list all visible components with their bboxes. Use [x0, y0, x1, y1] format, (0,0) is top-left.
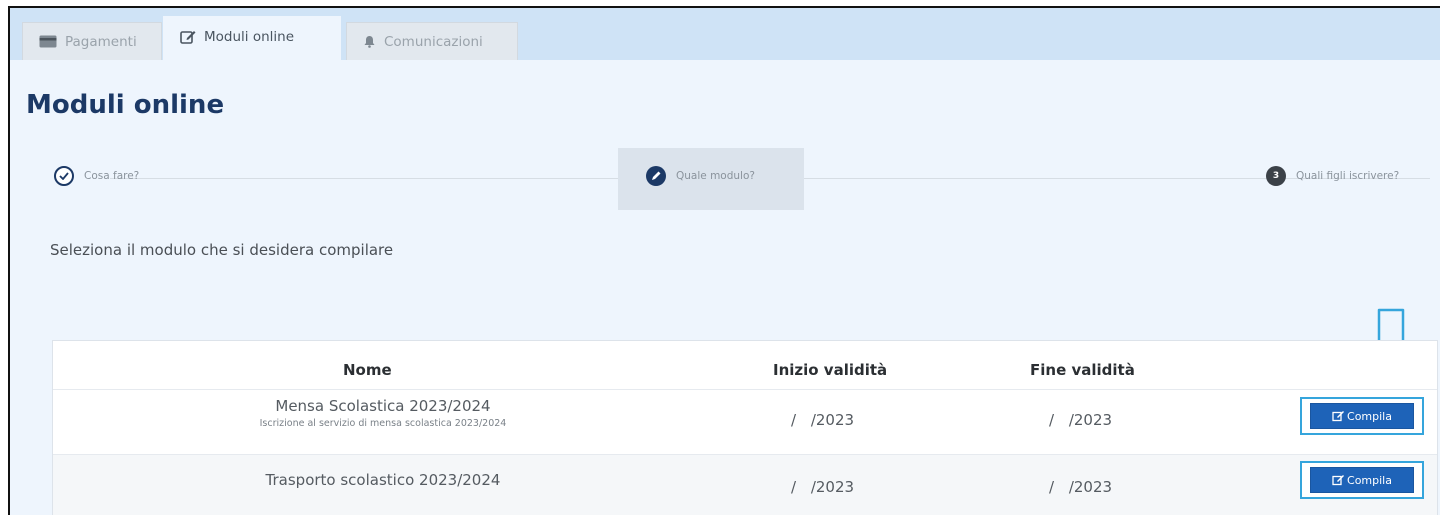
- highlight-box: Compila: [1300, 397, 1424, 435]
- button-label: Compila: [1347, 473, 1392, 487]
- table-row-name: Trasporto scolastico 2023/2024: [153, 471, 613, 489]
- edit-icon: [180, 31, 196, 44]
- tab-pagamenti[interactable]: Pagamenti: [22, 22, 162, 60]
- step-label: Quali figli iscrivere?: [1296, 170, 1400, 182]
- row-divider: [53, 454, 1437, 455]
- step-cosa-fare[interactable]: Cosa fare?: [54, 166, 141, 186]
- compila-button[interactable]: Compila: [1310, 403, 1414, 429]
- highlight-box: Compila: [1300, 461, 1424, 499]
- inizio-validita-value: / /2023: [791, 411, 855, 429]
- modulo-title: Mensa Scolastica 2023/2024: [275, 397, 491, 415]
- fine-validita-value: / /2023: [1049, 411, 1113, 429]
- step-quali-figli[interactable]: 3 Quali figli iscrivere?: [1266, 166, 1401, 186]
- app-frame: Pagamenti Moduli online Comunicazioni Mo…: [8, 6, 1440, 515]
- column-header-inizio: Inizio validità: [773, 361, 888, 379]
- step-number: 3: [1266, 166, 1286, 186]
- moduli-table: Nome Inizio validità Fine validità Mensa…: [52, 340, 1438, 515]
- modulo-description: Iscrizione al servizio di mensa scolasti…: [259, 418, 507, 429]
- tab-label: Moduli online: [204, 29, 295, 45]
- inizio-validita-value: / /2023: [791, 478, 855, 496]
- modulo-title: Trasporto scolastico 2023/2024: [265, 471, 501, 489]
- button-label: Compila: [1347, 409, 1392, 423]
- step-label: Quale modulo?: [676, 170, 755, 182]
- tab-label: Pagamenti: [65, 33, 137, 50]
- tab-bar: Pagamenti Moduli online Comunicazioni: [10, 8, 1440, 60]
- column-header-fine: Fine validità: [1030, 361, 1135, 379]
- instruction-text: Seleziona il modulo che si desidera comp…: [50, 241, 394, 259]
- edit-icon: [1332, 475, 1345, 486]
- edit-icon: [1332, 411, 1345, 422]
- table-row-name: Mensa Scolastica 2023/2024 Iscrizione al…: [153, 397, 613, 429]
- step-label: Cosa fare?: [84, 170, 140, 182]
- tab-label: Comunicazioni: [384, 33, 483, 50]
- tab-moduli-online[interactable]: Moduli online: [163, 16, 341, 60]
- column-header-nome: Nome: [343, 361, 392, 379]
- pencil-icon: [646, 166, 666, 186]
- tab-comunicazioni[interactable]: Comunicazioni: [346, 22, 518, 60]
- step-quale-modulo[interactable]: Quale modulo?: [646, 166, 757, 186]
- fine-validita-value: / /2023: [1049, 478, 1113, 496]
- check-circle-icon: [54, 166, 74, 186]
- row-divider: [53, 389, 1437, 390]
- credit-card-icon: [39, 35, 57, 48]
- compila-button[interactable]: Compila: [1310, 467, 1414, 493]
- page-title: Moduli online: [26, 90, 225, 120]
- bell-icon: [364, 36, 375, 48]
